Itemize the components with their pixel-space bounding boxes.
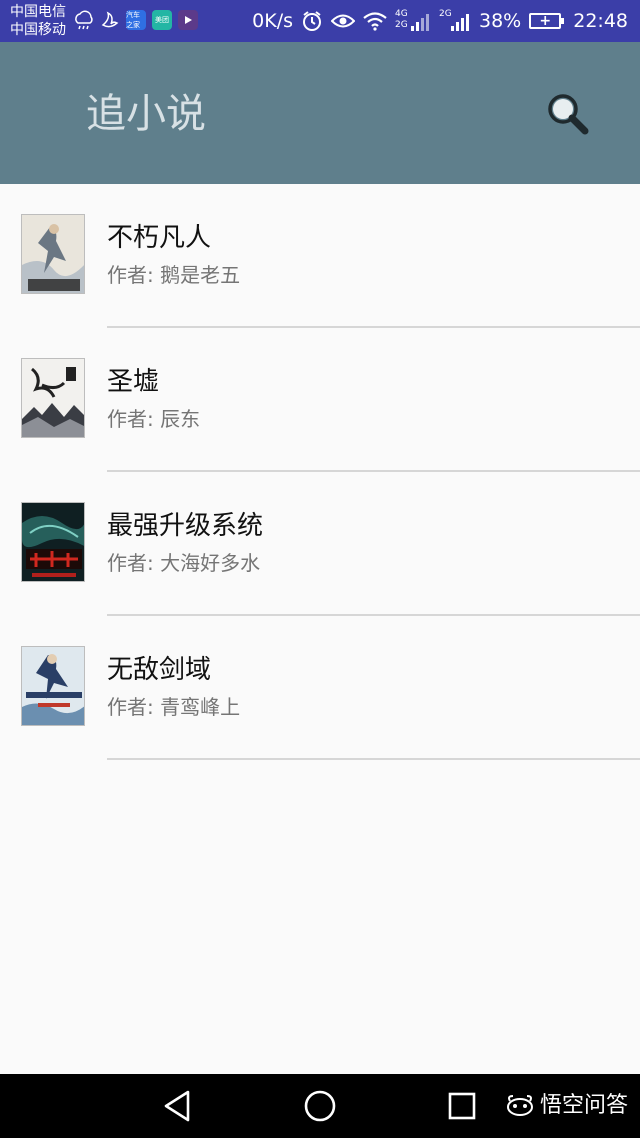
book-author: 作者: 辰东 xyxy=(107,407,201,431)
book-title: 最强升级系统 xyxy=(107,511,264,541)
watermark-text: 悟空问答 xyxy=(539,1093,628,1118)
net-4g-label: 4G xyxy=(395,9,408,19)
clock: 22:48 xyxy=(573,10,628,32)
search-icon xyxy=(548,94,589,135)
book-title: 不朽凡人 xyxy=(107,223,212,253)
signal-4g-icon: 4G 2G xyxy=(395,9,431,33)
notification-icons: 汽车之家 美团 xyxy=(72,10,198,30)
tieba-icon xyxy=(100,10,120,30)
list-item-book-1[interactable]: 不朽凡人 作者: 鹅是老五 xyxy=(0,184,640,328)
back-triangle-icon xyxy=(164,1090,190,1122)
recents-square-icon xyxy=(448,1092,476,1120)
app-bar: 追小说 xyxy=(0,42,640,184)
net-speed: 0K/s xyxy=(252,10,293,32)
weather-icon xyxy=(72,10,94,30)
net-2g-small-label: 2G xyxy=(395,20,408,30)
status-bar: 中国电信 中国移动 汽车之家 美团 0K/s 4G 2G 2G 38% + 22… xyxy=(0,0,640,42)
book-list: 不朽凡人 作者: 鹅是老五 圣墟 作者: 辰东 最强升级系统 作者: 大海好多水… xyxy=(0,184,640,760)
book-author: 作者: 青鸾峰上 xyxy=(107,695,241,719)
car-news-icon: 汽车之家 xyxy=(126,10,146,30)
carrier-info: 中国电信 中国移动 xyxy=(10,3,66,39)
meituan-icon: 美团 xyxy=(152,10,172,30)
signal-2g-icon: 2G xyxy=(439,9,471,33)
book-title: 无敌剑域 xyxy=(107,655,212,685)
alarm-icon xyxy=(301,10,323,32)
wukong-watermark: 悟空问答 xyxy=(506,1092,628,1120)
eye-comfort-icon xyxy=(331,12,355,30)
search-button[interactable] xyxy=(540,86,596,142)
book-cover xyxy=(21,358,85,438)
back-button[interactable] xyxy=(160,1088,196,1124)
list-item-book-4[interactable]: 无敌剑域 作者: 青鸾峰上 xyxy=(0,616,640,760)
carrier-1: 中国电信 xyxy=(10,4,66,20)
battery-percent: 38% xyxy=(479,10,522,32)
home-button[interactable] xyxy=(302,1088,338,1124)
wukong-logo-icon xyxy=(506,1095,533,1116)
divider xyxy=(107,758,640,760)
navigation-bar: 悟空问答 xyxy=(0,1074,640,1138)
carrier-2: 中国移动 xyxy=(10,22,66,38)
list-item-book-2[interactable]: 圣墟 作者: 辰东 xyxy=(0,328,640,472)
home-circle-icon xyxy=(304,1090,336,1122)
recents-button[interactable] xyxy=(444,1088,480,1124)
battery-icon: + xyxy=(529,13,565,29)
book-author: 作者: 鹅是老五 xyxy=(107,263,241,287)
wifi-icon xyxy=(363,11,387,31)
app-title: 追小说 xyxy=(86,91,206,137)
book-cover xyxy=(21,214,85,294)
net-2g-label: 2G xyxy=(439,9,452,19)
video-play-icon xyxy=(178,10,198,30)
status-right: 0K/s 4G 2G 2G 38% + 22:48 xyxy=(252,8,628,34)
book-cover xyxy=(21,646,85,726)
book-cover xyxy=(21,502,85,582)
list-item-book-3[interactable]: 最强升级系统 作者: 大海好多水 xyxy=(0,472,640,616)
book-title: 圣墟 xyxy=(107,367,160,397)
book-author: 作者: 大海好多水 xyxy=(107,551,261,575)
